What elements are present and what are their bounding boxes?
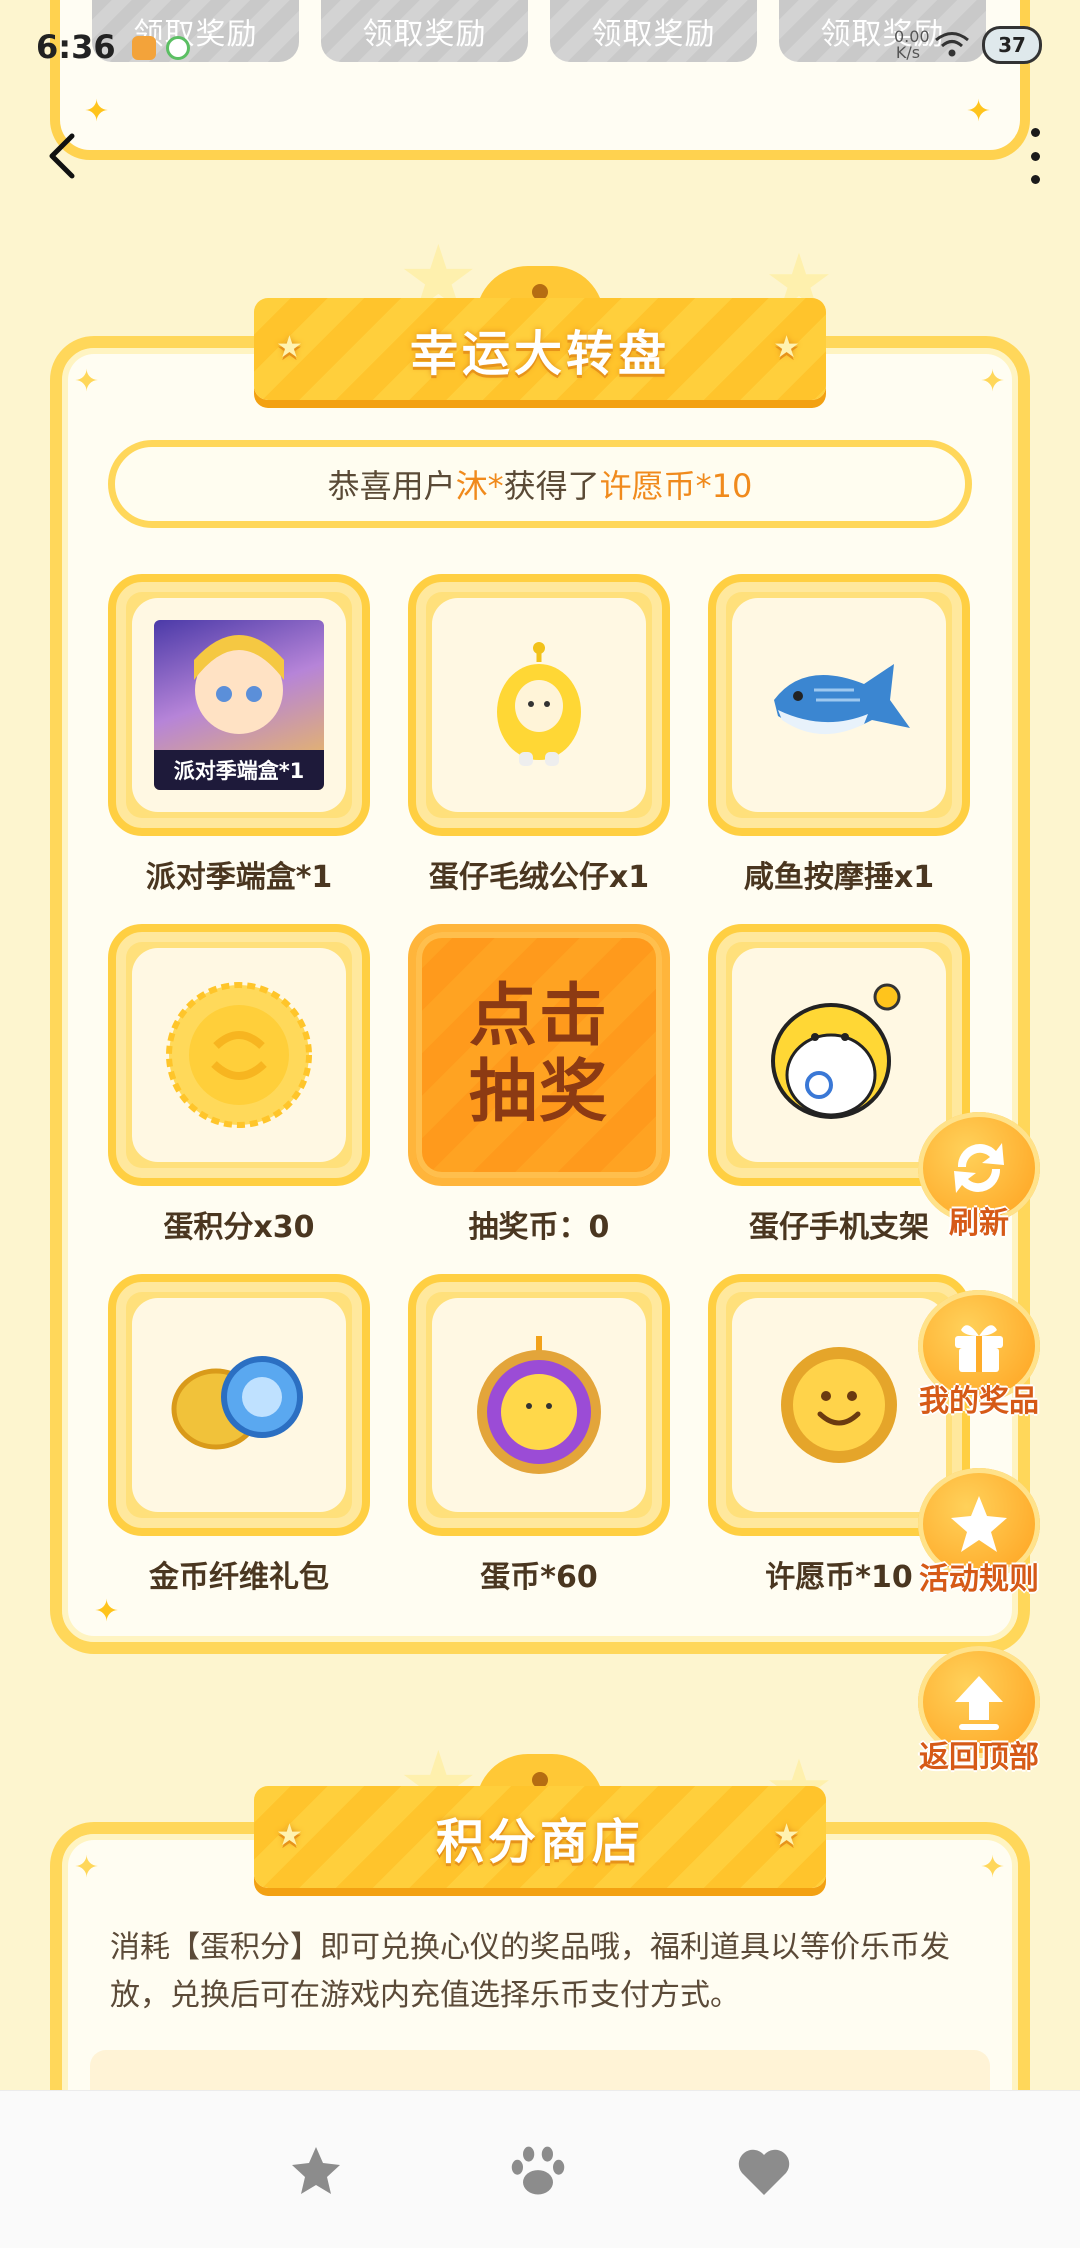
arrow-up-icon (955, 1676, 1003, 1730)
wish-coin-icon (781, 1347, 897, 1463)
draw-button[interactable]: 点击 抽奖 抽奖币：0 (408, 924, 670, 1245)
sparkle-icon: ✦ (84, 94, 110, 129)
party-box-icon: 派对季端盒*1 (154, 620, 324, 790)
coin-fiber-pack-icon (171, 1356, 303, 1450)
gift-icon (955, 1325, 1003, 1372)
draw-button-text: 点击 抽奖 (468, 977, 609, 1132)
egg-points-coin-icon (166, 982, 312, 1128)
my-prizes-button[interactable]: 我的奖品 (912, 1290, 1046, 1428)
prize-label: 咸鱼按摩捶x1 (743, 860, 935, 895)
prize-item: 派对季端盒*1 派对季端盒*1 (108, 574, 370, 895)
refresh-icon (954, 1143, 1004, 1193)
draw-coin-count: 抽奖币：0 (468, 1210, 610, 1245)
sparkle-icon: ✦ (966, 94, 992, 129)
prize-item: 蛋仔毛绒公仔x1 (408, 574, 670, 895)
fish-hammer-icon (774, 664, 910, 735)
eggy-phone-stand-icon (771, 983, 901, 1119)
battery-indicator: 37 (982, 26, 1042, 64)
prize-label: 派对季端盒*1 (145, 860, 333, 895)
heart-icon[interactable] (734, 2141, 794, 2201)
back-to-top-button[interactable]: 返回顶部 (912, 1646, 1046, 1784)
points-shop-title: ★ 积分商店 ★ (254, 1786, 826, 1888)
prize-item: 蛋币*60 (408, 1274, 670, 1595)
egg-coin-icon (477, 1336, 601, 1474)
network-speed: 0.00 K/s (894, 27, 930, 62)
star-icon[interactable] (286, 2141, 346, 2201)
wifi-icon (935, 32, 969, 57)
shop-description: 消耗【蛋积分】即可兑换心仪的奖品哦，福利道具以等价乐币发放，兑换后可在游戏内充值… (110, 1930, 950, 2013)
notification-icons (132, 36, 190, 60)
prize-item: 金币纤维礼包 (108, 1274, 370, 1595)
sparkle-icon: ✦ (74, 364, 100, 399)
back-arrow-icon[interactable] (40, 128, 84, 184)
prize-label: 蛋币*60 (480, 1560, 598, 1595)
sparkle-icon: ✦ (980, 1850, 1006, 1885)
app-notification-icon (132, 36, 156, 60)
winner-notice: 恭喜用户 沐* 获得了 许愿币*10 (108, 440, 972, 528)
refresh-button[interactable]: 刷新 (912, 1112, 1046, 1250)
more-options-icon[interactable] (1020, 128, 1050, 184)
prize-label: 蛋积分x30 (163, 1210, 315, 1245)
app-notification-icon (166, 36, 190, 60)
prize-grid: 派对季端盒*1 派对季端盒*1 蛋仔毛绒公仔x1 咸鱼按摩捶x1 蛋积分x30 … (108, 574, 974, 1595)
sparkle-icon: ✦ (980, 364, 1006, 399)
bottom-navigation (0, 2090, 1080, 2248)
star-rules-icon (951, 1496, 1007, 1552)
star-icon: ★ (276, 330, 307, 365)
star-icon: ★ (773, 330, 804, 365)
eggy-plush-icon (497, 642, 581, 766)
system-icons: 0.00 K/s 37 (894, 26, 1042, 64)
paw-icon[interactable] (508, 2141, 568, 2201)
status-bar: 6:36 0.00 K/s 37 (0, 0, 1080, 90)
activity-rules-button[interactable]: 活动规则 (912, 1468, 1046, 1606)
prize-label: 金币纤维礼包 (149, 1560, 329, 1595)
sparkle-icon: ✦ (94, 1594, 120, 1629)
prize-item: 蛋积分x30 (108, 924, 370, 1245)
clock: 6:36 (36, 28, 116, 66)
star-icon: ★ (773, 1818, 804, 1853)
prize-label: 蛋仔毛绒公仔x1 (428, 860, 650, 895)
prize-item: 咸鱼按摩捶x1 (708, 574, 970, 895)
star-icon: ★ (276, 1818, 307, 1853)
sparkle-icon: ✦ (74, 1850, 100, 1885)
lucky-wheel-title: ★ 幸运大转盘 ★ (254, 298, 826, 400)
